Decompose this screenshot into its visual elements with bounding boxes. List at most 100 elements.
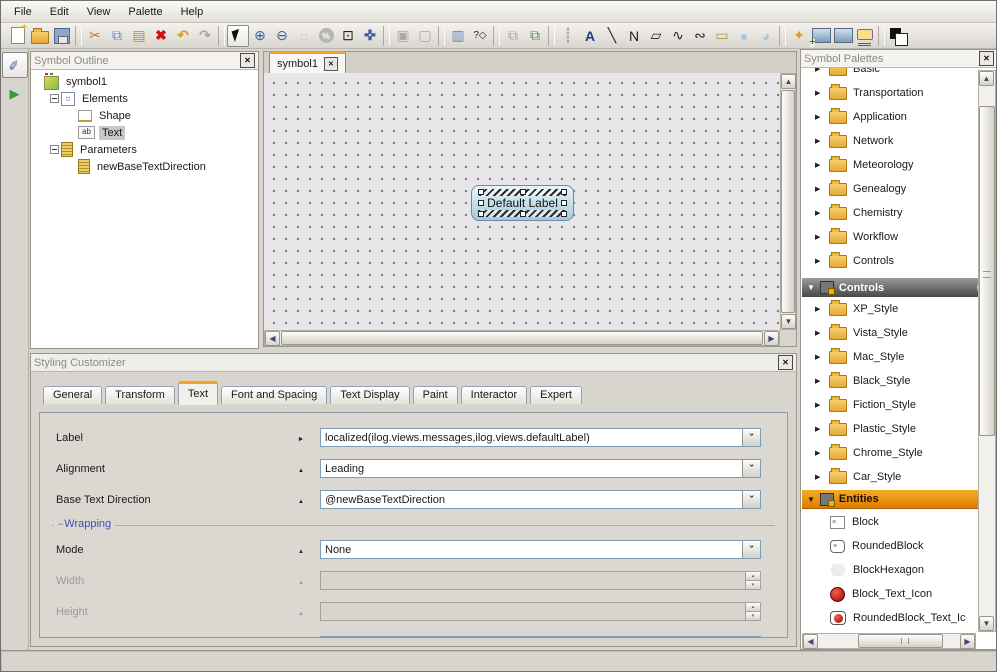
palette-folder-chrome-style[interactable]: Chrome_Style [802,441,977,465]
expander-icon[interactable] [815,353,825,361]
expander-icon[interactable] [815,113,825,121]
cut-icon[interactable]: ✂ [84,25,106,47]
expander-icon[interactable] [50,94,59,103]
scroll-up-icon[interactable] [781,74,796,89]
expander-icon[interactable] [815,161,825,169]
expander-icon[interactable] [815,425,825,433]
palette-folder-vista-style[interactable]: Vista_Style [802,321,977,345]
tab-text-display[interactable]: Text Display [330,386,409,404]
property-toggle-icon[interactable] [282,544,320,556]
expander-icon[interactable] [815,209,825,217]
wrapping-mode-field[interactable]: None ▴▾ [320,540,761,559]
palette-folder-mac-style[interactable]: Mac_Style [802,345,977,369]
copy-icon[interactable]: ⧉ [106,25,128,47]
expander-icon[interactable] [815,89,825,97]
palette-item-block[interactable]: Block [802,510,977,534]
open-icon[interactable] [29,25,51,47]
palette-item-blockhexagon[interactable]: BlockHexagon [802,558,977,582]
polyline-tool-icon[interactable]: N [623,25,645,47]
palette-item-roundedblock[interactable]: RoundedBlock [802,534,977,558]
selection-handle[interactable] [520,189,526,195]
closed-spline-tool-icon[interactable]: ∾ [689,25,711,47]
dropdown-arrow-icon[interactable] [742,429,760,446]
palette-folder-basic[interactable]: Basic [802,68,977,81]
expander-icon[interactable] [815,377,825,385]
expander-icon[interactable] [815,329,825,337]
line-tool-icon[interactable]: ╲ [601,25,623,47]
selection-handle[interactable] [520,211,526,217]
run-test-icon[interactable]: ▶ [3,82,27,106]
selection-handle[interactable] [478,211,484,217]
palette-folder-xp-style[interactable]: XP_Style [802,297,977,321]
base-text-direction-field[interactable]: @newBaseTextDirection ▴▾ [320,490,761,509]
dropdown-arrow-icon[interactable] [742,460,760,477]
tab-symbol1[interactable]: symbol1 [269,51,346,73]
entities-section-header[interactable]: Entities [802,490,996,509]
tree-item[interactable]: Elements [33,90,256,107]
menu-file[interactable]: File [5,4,41,20]
palette-folder-network[interactable]: Network [802,129,977,153]
scroll-left-icon[interactable] [265,331,280,346]
selection-handle[interactable] [478,200,484,206]
palette-folder-black-style[interactable]: Black_Style [802,369,977,393]
bring-to-front-icon[interactable]: ⧉ [524,25,546,47]
tab-font-and-spacing[interactable]: Font and Spacing [221,386,327,404]
palette-folder-car-style[interactable]: Car_Style [802,465,977,489]
zoom-in-icon[interactable]: ⊕ [249,25,271,47]
tree-item[interactable]: Shape [33,107,256,124]
palette-item-block-text-icon[interactable]: Block_Text_Icon [802,582,977,606]
property-toggle-icon[interactable] [282,463,320,475]
tree-item[interactable]: Parameters [33,141,256,158]
redo-icon[interactable]: ↷ [194,25,216,47]
alignment-field[interactable]: Leading ▴▾ [320,459,761,478]
palette-folder-plastic-style[interactable]: Plastic_Style [802,417,977,441]
property-toggle-icon[interactable] [282,575,320,587]
spline-tool-icon[interactable]: ∿ [667,25,689,47]
property-toggle-icon[interactable] [282,432,320,444]
tab-expert[interactable]: Expert [530,386,582,404]
expander-icon[interactable] [815,449,825,457]
selection-handle[interactable] [561,189,567,195]
menu-palette[interactable]: Palette [119,4,171,20]
new-document-icon[interactable] [7,25,29,47]
wrapping-collapse-icon[interactable] [58,518,63,530]
tab-close-icon[interactable] [324,57,338,71]
menu-edit[interactable]: Edit [41,4,78,20]
scrollbar-thumb[interactable] [858,634,943,648]
palette-folder-application[interactable]: Application [802,105,977,129]
scroll-right-icon[interactable] [960,634,975,649]
scroll-down-icon[interactable] [979,616,994,631]
tree-item[interactable]: symbol1 [33,73,256,90]
scroll-down-icon[interactable] [781,314,796,329]
label-field[interactable]: localized(ilog.views.messages,ilog.views… [320,428,761,447]
palette-folder-controls[interactable]: Controls [802,249,977,273]
ellipse-tool-icon[interactable]: ● [733,25,755,47]
zoom-out-icon[interactable]: ⊖ [271,25,293,47]
fill-colors-icon[interactable] [887,25,909,47]
palette-folder-fiction-style[interactable]: Fiction_Style [802,393,977,417]
property-toggle-icon[interactable] [282,494,320,506]
expander-icon[interactable] [815,137,825,145]
zoom-rect-icon[interactable]: ◌ [293,25,315,47]
expander-icon[interactable] [50,145,59,154]
palette-folder-meteorology[interactable]: Meteorology [802,153,977,177]
text-tool-icon[interactable]: A [579,25,601,47]
resizing-mode-field[interactable]: Zoom only ▴▾ [320,636,761,638]
expander-icon[interactable] [815,305,825,313]
selection-handle[interactable] [561,211,567,217]
palettes-vertical-scrollbar[interactable] [978,70,996,632]
scrollbar-thumb[interactable] [979,106,995,436]
canvas-vertical-scrollbar[interactable] [780,73,796,330]
canvas-horizontal-scrollbar[interactable] [264,330,780,346]
tab-interactor[interactable]: Interactor [461,386,527,404]
image-icon[interactable] [832,25,854,47]
expander-icon[interactable] [815,185,825,193]
select-tool-icon[interactable] [227,25,249,47]
palette-folder-chemistry[interactable]: Chemistry [802,201,977,225]
ungroup-icon[interactable]: ▢ [414,25,436,47]
tab-transform[interactable]: Transform [105,386,175,404]
arc-tool-icon[interactable]: ◕ [755,25,777,47]
tab-general[interactable]: General [43,386,102,404]
scroll-left-icon[interactable] [803,634,818,649]
tree-item[interactable]: Text [33,124,256,141]
